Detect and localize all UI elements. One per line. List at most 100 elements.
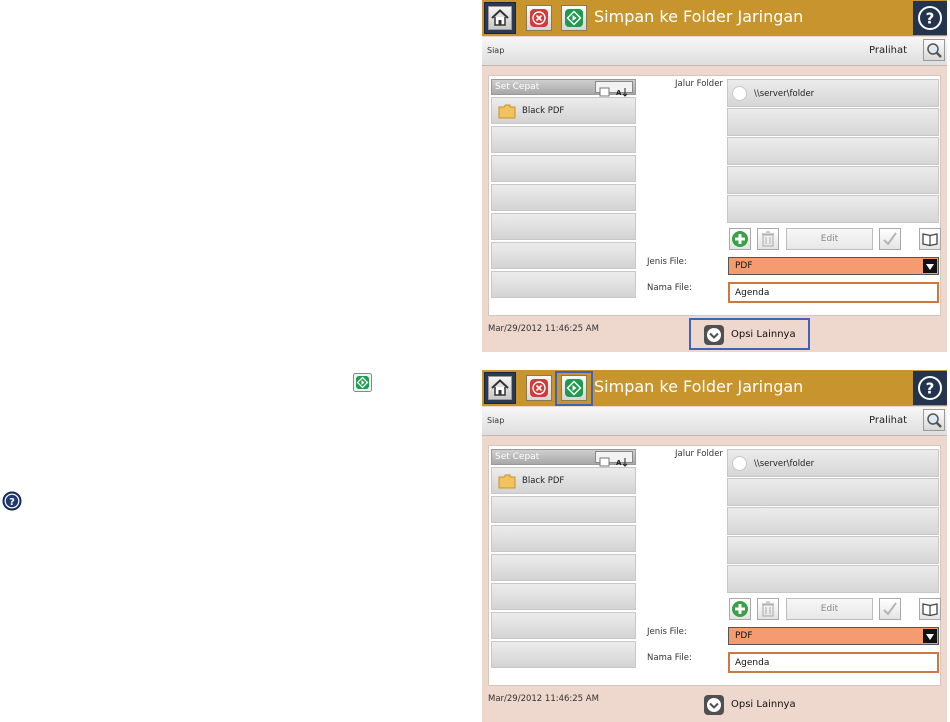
dropdown-arrow bbox=[923, 259, 937, 273]
trash-icon bbox=[762, 231, 774, 247]
folder-path-empty-row[interactable] bbox=[727, 137, 939, 165]
checkmark-icon bbox=[883, 602, 897, 616]
file-name-input[interactable]: Agenda bbox=[728, 282, 939, 303]
preview-button[interactable] bbox=[923, 409, 945, 431]
folder-path-empty-row[interactable] bbox=[727, 507, 939, 535]
address-book-button[interactable] bbox=[919, 228, 941, 250]
check-button[interactable] bbox=[879, 598, 901, 620]
file-type-dropdown[interactable]: PDF bbox=[728, 627, 939, 645]
preview-button[interactable] bbox=[923, 39, 945, 61]
start-icon bbox=[353, 373, 372, 392]
help-icon: ? bbox=[918, 6, 942, 30]
quick-set-item-black-pdf[interactable]: Black PDF bbox=[491, 467, 636, 494]
quick-set-label: Black PDF bbox=[522, 476, 565, 486]
folder-path-text: \\server\folder bbox=[754, 89, 815, 99]
folder-path-empty-row[interactable] bbox=[727, 478, 939, 506]
chevron-down-icon bbox=[926, 264, 934, 270]
edit-button[interactable]: Edit bbox=[786, 228, 873, 250]
file-type-value: PDF bbox=[735, 631, 753, 641]
help-icon: ? bbox=[918, 376, 942, 400]
folder-path-item[interactable]: \\server\folder bbox=[727, 449, 939, 477]
sort-az-icon: A bbox=[599, 457, 628, 467]
status-bar: Siap Pralihat bbox=[482, 37, 947, 66]
folder-path-empty-row[interactable] bbox=[727, 536, 939, 564]
edit-button[interactable]: Edit bbox=[786, 598, 873, 620]
more-options-button[interactable] bbox=[704, 695, 724, 715]
datetime-text: Mar/29/2012 11:46:25 AM bbox=[488, 694, 599, 704]
quick-set-empty-slot[interactable] bbox=[491, 126, 636, 153]
content-area: Set Cepat A Black PDF Jalur Folder \\ser… bbox=[488, 75, 941, 316]
quick-set-empty-slot[interactable] bbox=[491, 155, 636, 182]
folder-path-empty-row[interactable] bbox=[727, 565, 939, 593]
add-path-button[interactable] bbox=[729, 228, 751, 250]
stop-icon bbox=[530, 9, 548, 27]
screen-title: Simpan ke Folder Jaringan bbox=[594, 377, 804, 396]
preview-label: Pralihat bbox=[869, 415, 908, 426]
sort-button[interactable]: A bbox=[595, 451, 633, 467]
magnifier-icon bbox=[927, 413, 942, 428]
file-name-value: Agenda bbox=[735, 658, 770, 668]
stop-button[interactable] bbox=[526, 5, 552, 31]
file-type-dropdown[interactable]: PDF bbox=[728, 257, 939, 275]
folder-path-empty-row[interactable] bbox=[727, 166, 939, 194]
quick-set-empty-slot[interactable] bbox=[491, 496, 636, 523]
home-button[interactable] bbox=[484, 372, 516, 404]
dropdown-arrow bbox=[923, 629, 937, 643]
save-to-network-folder-screen: Simpan ke Folder Jaringan ? Siap Praliha… bbox=[482, 370, 947, 722]
quick-set-empty-slot[interactable] bbox=[491, 184, 636, 211]
quick-set-empty-slot[interactable] bbox=[491, 525, 636, 552]
folder-path-text: \\server\folder bbox=[754, 459, 815, 469]
sort-button[interactable]: A bbox=[595, 81, 633, 97]
quick-set-empty-slot[interactable] bbox=[491, 554, 636, 581]
file-type-label: Jenis File: bbox=[647, 627, 687, 637]
preview-label: Pralihat bbox=[869, 45, 908, 56]
delete-path-button[interactable] bbox=[757, 228, 779, 250]
folder-path-item[interactable]: \\server\folder bbox=[727, 79, 939, 107]
file-type-value: PDF bbox=[735, 261, 753, 271]
folder-path-empty-row[interactable] bbox=[727, 195, 939, 223]
file-name-value: Agenda bbox=[735, 288, 770, 298]
help-button[interactable]: ? bbox=[913, 371, 947, 405]
more-options-label: Opsi Lainnya bbox=[731, 699, 796, 710]
stop-button[interactable] bbox=[526, 375, 552, 401]
add-path-button[interactable] bbox=[729, 598, 751, 620]
start-button-highlight bbox=[555, 371, 593, 406]
status-text: Siap bbox=[487, 416, 505, 425]
book-icon bbox=[922, 603, 938, 617]
trash-icon bbox=[762, 601, 774, 617]
file-name-input[interactable]: Agenda bbox=[728, 652, 939, 673]
file-name-label: Nama File: bbox=[647, 653, 692, 663]
folder-icon bbox=[498, 474, 516, 489]
title-bar: Simpan ke Folder Jaringan ? bbox=[482, 0, 947, 36]
help-button[interactable]: ? bbox=[913, 1, 947, 35]
quick-sets-header: Set Cepat A bbox=[491, 79, 636, 97]
quick-set-label: Black PDF bbox=[522, 106, 565, 116]
svg-text:?: ? bbox=[926, 10, 935, 28]
quick-set-empty-slot[interactable] bbox=[491, 612, 636, 639]
title-bar: Simpan ke Folder Jaringan ? bbox=[482, 370, 947, 406]
quick-set-item-black-pdf[interactable]: Black PDF bbox=[491, 97, 636, 124]
quick-set-empty-slot[interactable] bbox=[491, 583, 636, 610]
folder-path-label: Jalur Folder bbox=[675, 449, 723, 459]
save-to-network-folder-screen: Simpan ke Folder Jaringan ? Siap Praliha… bbox=[482, 0, 947, 352]
chevron-down-icon bbox=[707, 698, 721, 712]
svg-text:A: A bbox=[616, 459, 622, 467]
delete-path-button[interactable] bbox=[757, 598, 779, 620]
status-text: Siap bbox=[487, 46, 505, 55]
check-button[interactable] bbox=[879, 228, 901, 250]
start-icon bbox=[565, 9, 583, 27]
quick-set-empty-slot[interactable] bbox=[491, 641, 636, 668]
folder-path-empty-row[interactable] bbox=[727, 108, 939, 136]
quick-set-empty-slot[interactable] bbox=[491, 271, 636, 298]
home-icon bbox=[491, 379, 509, 396]
quick-set-empty-slot[interactable] bbox=[491, 213, 636, 240]
folder-path-radio[interactable] bbox=[732, 456, 747, 471]
start-button[interactable] bbox=[561, 5, 587, 31]
quick-set-empty-slot[interactable] bbox=[491, 242, 636, 269]
help-icon: ? bbox=[2, 491, 22, 511]
address-book-button[interactable] bbox=[919, 598, 941, 620]
home-button[interactable] bbox=[484, 2, 516, 34]
sort-az-icon: A bbox=[599, 87, 628, 97]
folder-icon bbox=[498, 104, 516, 119]
folder-path-radio[interactable] bbox=[732, 86, 747, 101]
